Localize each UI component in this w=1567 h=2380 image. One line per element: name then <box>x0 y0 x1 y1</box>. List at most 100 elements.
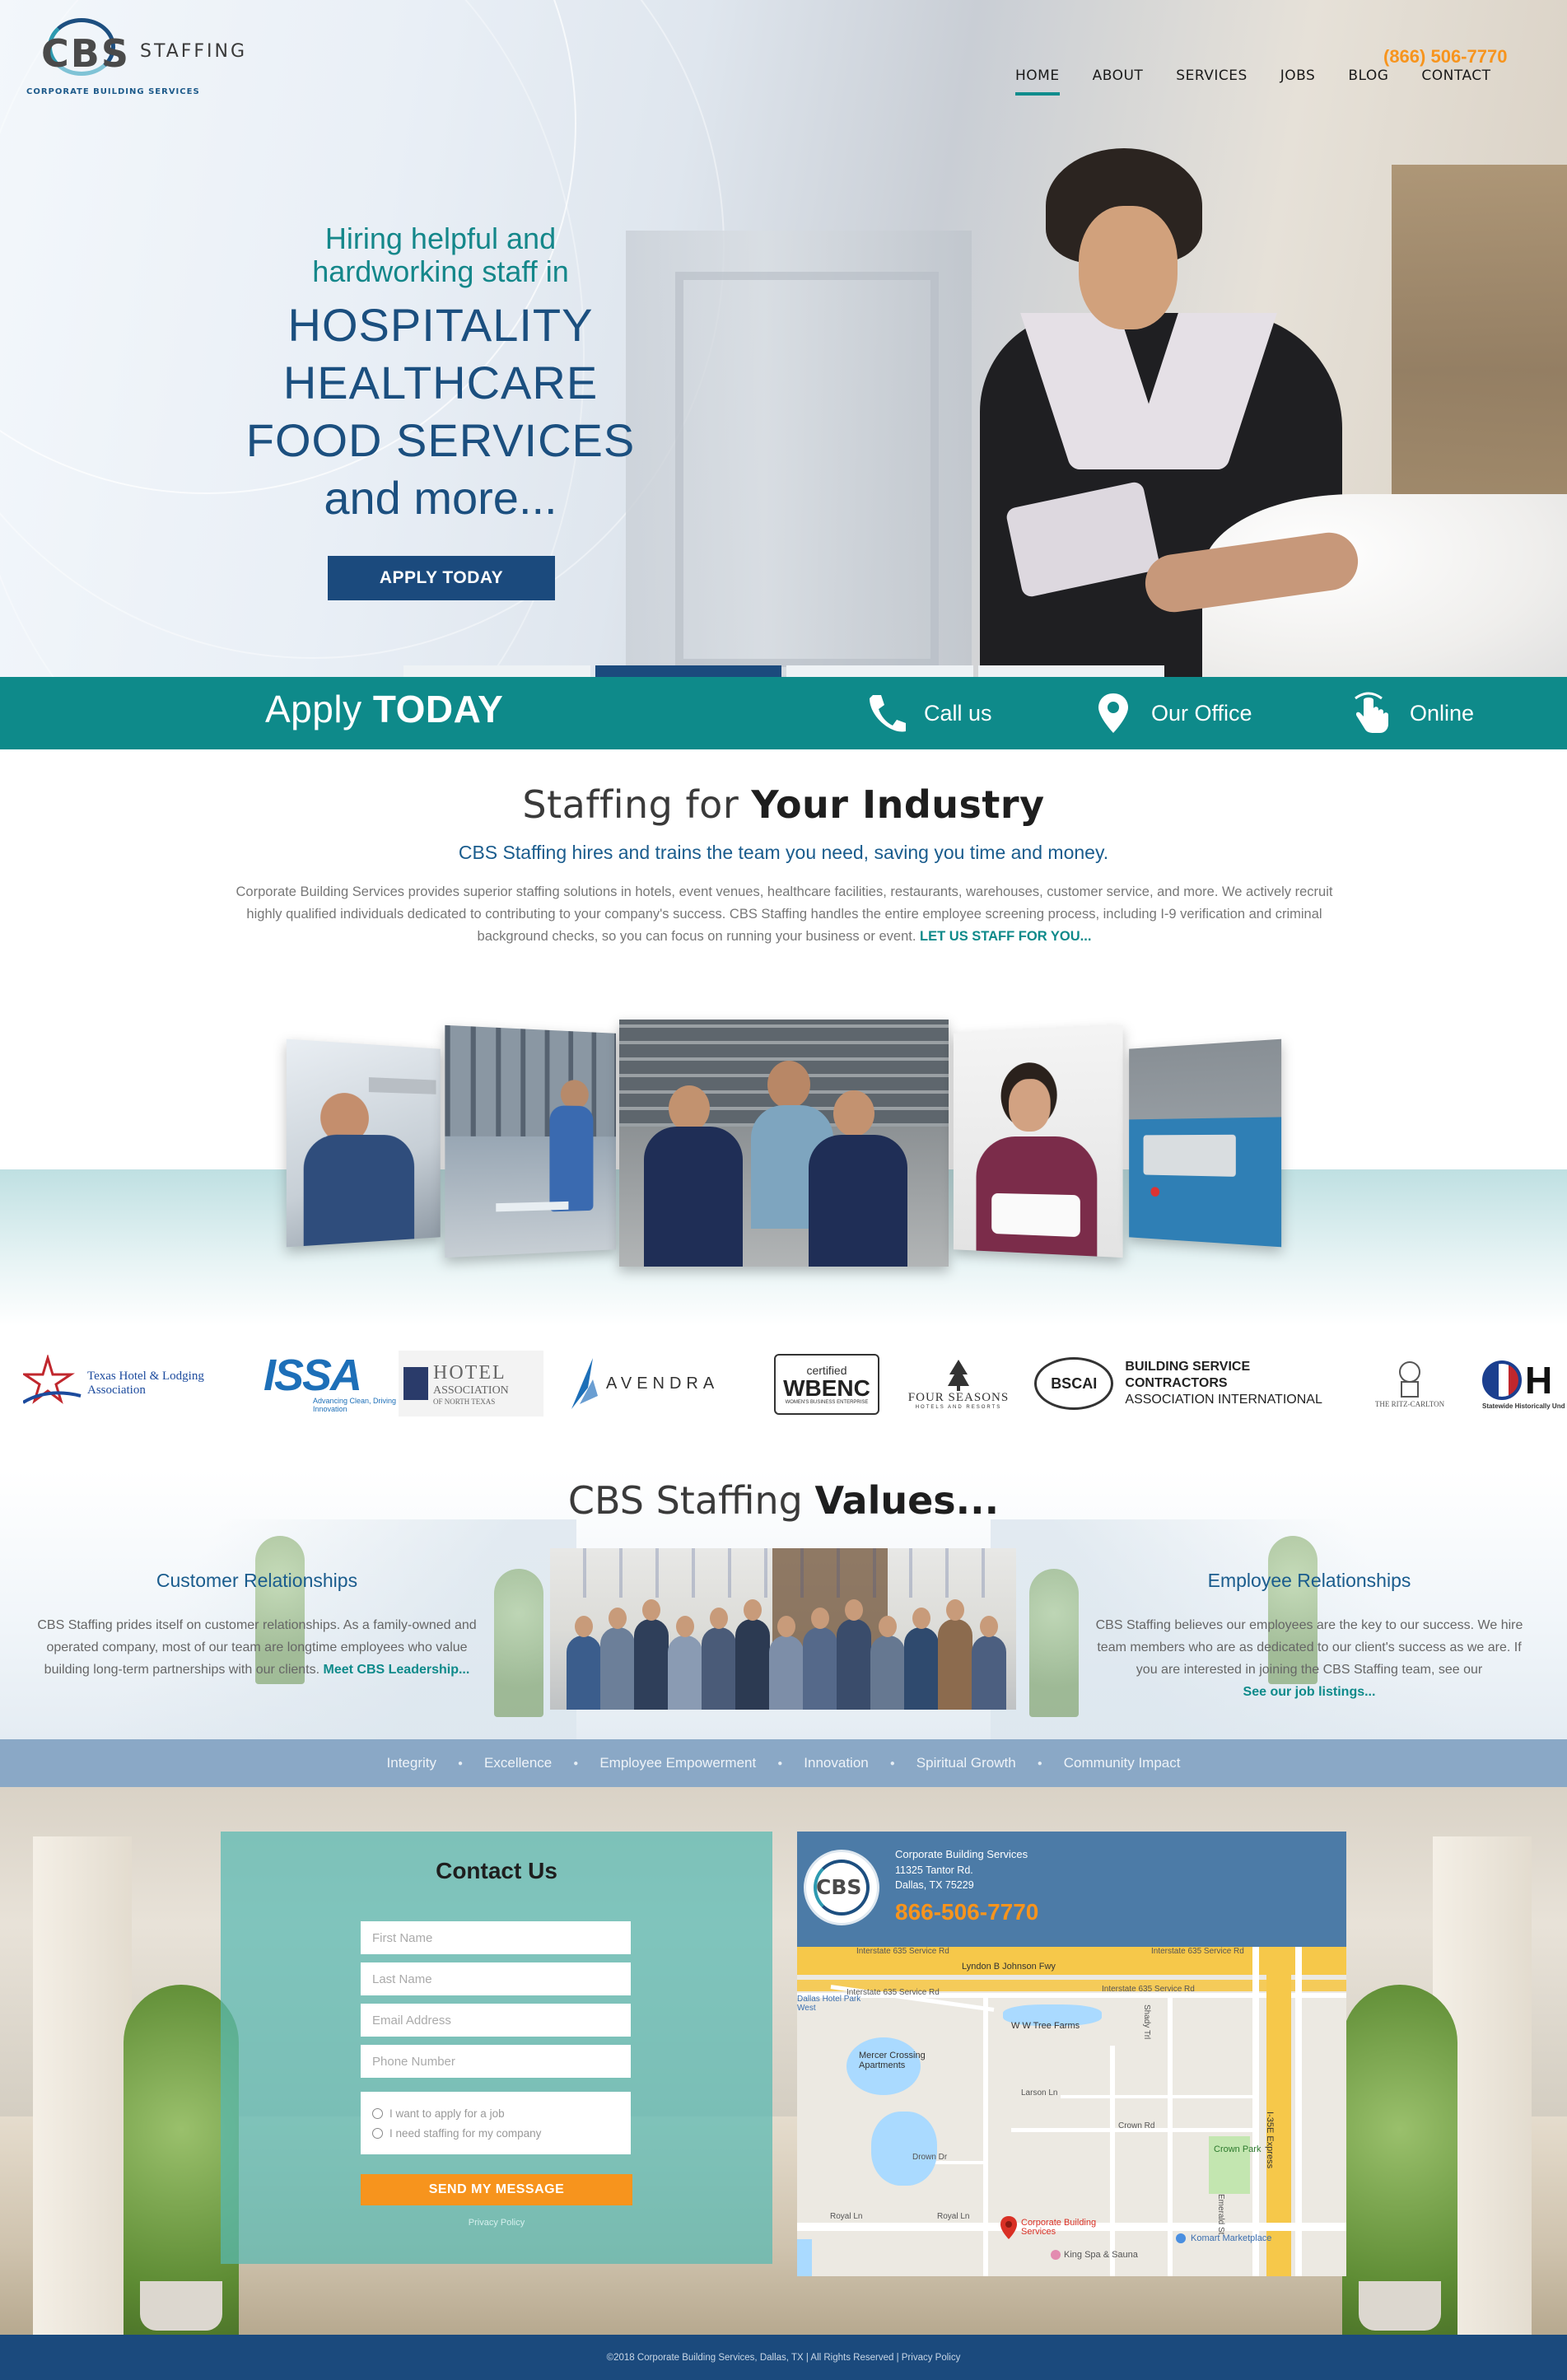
bscai-logo[interactable]: BSCAI BUILDING SERVICE CONTRACTORS ASSOC… <box>1034 1351 1347 1416</box>
hub-tagline: Statewide Historically Und <box>1482 1402 1565 1410</box>
team-member <box>634 1619 669 1710</box>
hotel-assoc-line: OF NORTH TEXAS <box>433 1397 496 1406</box>
spa-marker-icon <box>1051 2250 1061 2260</box>
slider-tab[interactable] <box>403 665 590 677</box>
meet-leadership-link[interactable]: Meet CBS Leadership... <box>324 1663 470 1677</box>
our-office-label: Our Office <box>1151 700 1252 726</box>
logo-wordmark: CBS <box>41 31 130 76</box>
four-seasons-logo[interactable]: FOUR SEASONS HOTELS AND RESORTS <box>901 1351 1016 1416</box>
map-label: Royal Ln <box>937 2212 970 2221</box>
wbenc-logo[interactable]: certified WBENC WOMEN'S BUSINESS ENTERPR… <box>774 1354 879 1415</box>
team-member-head <box>744 1599 762 1621</box>
nav-contact[interactable]: CONTACT <box>1406 68 1509 100</box>
office-map[interactable]: Interstate 635 Service Rd Lyndon B Johns… <box>797 1947 1346 2276</box>
office-city: Dallas, TX 75229 <box>895 1879 974 1891</box>
contact-title: Contact Us <box>436 1858 557 1883</box>
office-street: 11325 Tantor Rd. <box>895 1864 973 1876</box>
site-header: CBS STAFFING CORPORATE BUILDING SERVICES… <box>0 0 1567 132</box>
map-label: Royal Ln <box>830 2212 863 2221</box>
map-label: Komart Marketplace <box>1191 2233 1272 2243</box>
inquiry-type-radio-group: I want to apply for a job I need staffin… <box>361 2092 631 2154</box>
bscai-wordmark: BSCAI <box>1051 1374 1098 1392</box>
value-innovation: Innovation <box>804 1755 869 1771</box>
logo-tagline: CORPORATE BUILDING SERVICES <box>26 87 200 96</box>
thla-logo[interactable]: Texas Hotel & Lodging Association <box>23 1351 245 1416</box>
gallery-photo-cleaner <box>445 1024 617 1258</box>
separator-dot-icon: ● <box>889 1758 895 1768</box>
nav-blog[interactable]: BLOG <box>1333 68 1406 100</box>
four-seasons-wordmark: FOUR SEASONS <box>907 1390 1010 1404</box>
tree-icon <box>948 1359 969 1391</box>
separator-dot-icon: ● <box>777 1758 783 1768</box>
issa-logo[interactable]: ISSA Advancing Clean, Driving Innovation <box>263 1351 396 1416</box>
office-phone[interactable]: 866-506-7770 <box>895 1899 1038 1925</box>
customer-relationships-text: CBS Staffing prides itself on customer r… <box>37 1618 477 1677</box>
site-footer: ©2018 Corporate Building Services, Dalla… <box>0 2335 1567 2380</box>
team-member-head <box>845 1599 863 1621</box>
team-member <box>668 1636 702 1710</box>
apply-job-radio[interactable]: I want to apply for a job <box>372 2103 619 2123</box>
map-pin-label: Corporate Building Services <box>1021 2218 1097 2237</box>
texas-star-icon <box>23 1355 82 1404</box>
avendra-wordmark: AVENDRA <box>606 1374 720 1393</box>
gallery-photo-laundry <box>1129 1038 1282 1248</box>
staff-for-you-link[interactable]: LET US STAFF FOR YOU... <box>920 929 1091 944</box>
map-label: Drown Dr <box>912 2153 948 2162</box>
radio-label: I need staffing for my company <box>389 2126 542 2140</box>
header-phone[interactable]: (866) 506-7770 <box>1383 46 1507 68</box>
slider-tab[interactable] <box>977 665 1164 677</box>
our-office-option[interactable]: Our Office <box>1094 677 1252 749</box>
slider-tab[interactable] <box>595 665 781 677</box>
map-label: Shady Trl <box>1142 2004 1151 2040</box>
partner-logos: Texas Hotel & Lodging Association ISSA A… <box>0 1334 1567 1433</box>
slider-tab[interactable] <box>786 665 973 677</box>
team-member-head <box>980 1616 998 1637</box>
online-label: Online <box>1410 700 1475 726</box>
email-field[interactable]: Email Address <box>361 2004 631 2037</box>
privacy-policy-link[interactable]: Privacy Policy <box>361 2218 632 2228</box>
radio-label: I want to apply for a job <box>389 2107 505 2120</box>
last-name-field[interactable]: Last Name <box>361 1962 631 1995</box>
hero-more: and more... <box>324 472 557 524</box>
hero-industry-food: FOOD SERVICES <box>245 414 636 466</box>
online-option[interactable]: Online <box>1352 677 1474 749</box>
radio-icon <box>372 2127 383 2139</box>
team-member-head <box>777 1616 795 1637</box>
customer-relationships-title: Customer Relationships <box>156 1570 358 1591</box>
avendra-logo[interactable]: AVENDRA <box>568 1351 758 1416</box>
call-us-option[interactable]: Call us <box>866 677 992 749</box>
map-label: W W Tree Farms <box>1011 2021 1080 2031</box>
office-map-pin-icon[interactable] <box>1000 2215 1018 2243</box>
team-member <box>938 1619 972 1710</box>
four-seasons-sub: HOTELS AND RESORTS <box>915 1404 1002 1410</box>
map-label: Interstate 635 Service Rd <box>1102 1985 1195 1994</box>
first-name-field[interactable]: First Name <box>361 1921 631 1954</box>
avendra-mark-icon <box>571 1358 598 1409</box>
hand-tap-icon <box>1352 692 1392 735</box>
gallery-photo-kitchen-team <box>619 1020 949 1267</box>
slider-tabs <box>403 665 1164 677</box>
value-community-impact: Community Impact <box>1063 1755 1181 1771</box>
radio-icon <box>372 2107 383 2119</box>
nav-about[interactable]: ABOUT <box>1078 68 1162 100</box>
wbenc-wordmark: WBENC <box>783 1375 870 1401</box>
need-staffing-radio[interactable]: I need staffing for my company <box>372 2123 619 2143</box>
send-message-button[interactable]: SEND MY MESSAGE <box>361 2174 632 2205</box>
bscai-name-line: BUILDING SERVICE CONTRACTORS <box>1125 1360 1251 1390</box>
team-member <box>600 1627 635 1710</box>
team-member <box>837 1619 871 1710</box>
hotel-association-logo[interactable]: HOTEL ASSOCIATION OF NORTH TEXAS <box>399 1351 543 1416</box>
nav-jobs[interactable]: JOBS <box>1266 68 1334 100</box>
bscai-name-line: ASSOCIATION INTERNATIONAL <box>1125 1393 1322 1407</box>
thla-name: Texas Hotel & Lodging Association <box>87 1370 204 1397</box>
apply-today-button[interactable]: APPLY TODAY <box>328 556 555 600</box>
nav-home[interactable]: HOME <box>1000 68 1078 100</box>
hub-logo[interactable]: H Statewide Historically Und <box>1482 1351 1567 1416</box>
map-label: Crown Park <box>1214 2144 1262 2154</box>
nav-services[interactable]: SERVICES <box>1161 68 1265 100</box>
lion-crest-icon <box>1399 1361 1420 1398</box>
phone-field[interactable]: Phone Number <box>361 2045 631 2078</box>
cbs-logo[interactable]: CBS STAFFING CORPORATE BUILDING SERVICES <box>25 16 247 99</box>
job-listings-link[interactable]: See our job listings... <box>1243 1685 1376 1699</box>
ritz-carlton-logo[interactable]: THE RITZ-CARLTON <box>1367 1351 1453 1416</box>
